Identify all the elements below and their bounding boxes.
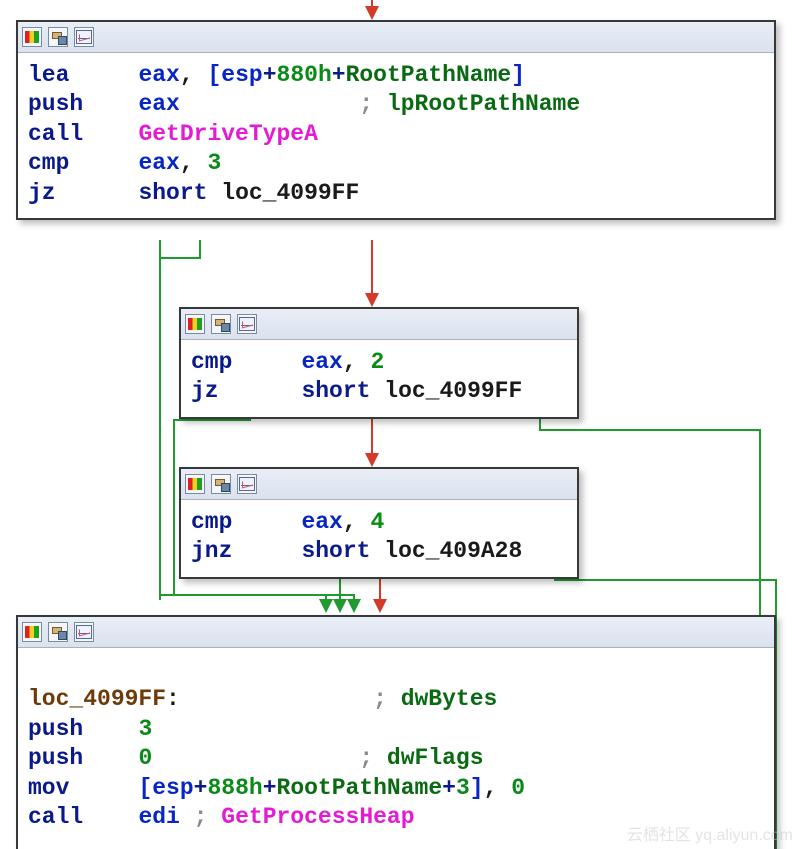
graph-options-icon[interactable] — [237, 314, 257, 334]
node-2[interactable]: cmp eax, 2 jz short loc_4099FF — [179, 307, 579, 419]
color-picker-icon[interactable] — [22, 27, 42, 47]
disassembly-graph-canvas[interactable]: lea eax, [esp+880h+RootPathName] push ea… — [0, 0, 799, 849]
watermark: 云栖社区 yq.aliyun.com — [627, 821, 793, 845]
node-body: cmp eax, 2 jz short loc_4099FF — [181, 340, 577, 417]
color-picker-icon[interactable] — [185, 474, 205, 494]
node-1[interactable]: lea eax, [esp+880h+RootPathName] push ea… — [16, 20, 776, 220]
graph-options-icon[interactable] — [74, 27, 94, 47]
color-picker-icon[interactable] — [185, 314, 205, 334]
graph-options-icon[interactable] — [74, 622, 94, 642]
brush-icon[interactable] — [211, 314, 231, 334]
node-titlebar[interactable] — [18, 22, 774, 53]
node-body: cmp eax, 4 jnz short loc_409A28 — [181, 500, 577, 577]
node-4[interactable]: loc_4099FF: ; dwBytes push 3 push 0 ; dw… — [16, 615, 776, 849]
node-body: lea eax, [esp+880h+RootPathName] push ea… — [18, 53, 774, 218]
node-titlebar[interactable] — [18, 617, 774, 648]
graph-options-icon[interactable] — [237, 474, 257, 494]
node-titlebar[interactable] — [181, 469, 577, 500]
node-titlebar[interactable] — [181, 309, 577, 340]
brush-icon[interactable] — [48, 622, 68, 642]
node-body: loc_4099FF: ; dwBytes push 3 push 0 ; dw… — [18, 648, 774, 843]
node-3[interactable]: cmp eax, 4 jnz short loc_409A28 — [179, 467, 579, 579]
color-picker-icon[interactable] — [22, 622, 42, 642]
brush-icon[interactable] — [211, 474, 231, 494]
brush-icon[interactable] — [48, 27, 68, 47]
